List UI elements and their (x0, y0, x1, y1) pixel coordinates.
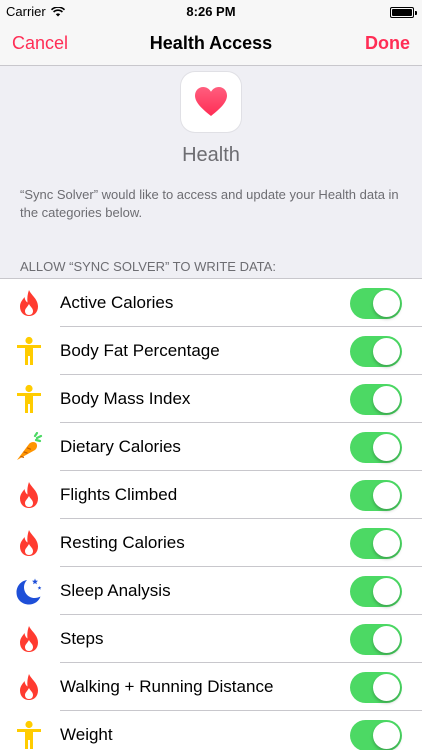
section-header: ALLOW “SYNC SOLVER” TO WRITE DATA: (20, 259, 276, 274)
flame-icon (14, 479, 44, 511)
item-label: Steps (60, 629, 104, 648)
toggle-knob (373, 386, 400, 413)
toggle-knob (373, 578, 400, 605)
list-item: Sleep Analysis (0, 567, 422, 615)
item-label: Sleep Analysis (60, 581, 171, 600)
list-item: Resting Calories (0, 519, 422, 567)
list-item: Flights Climbed (0, 471, 422, 519)
page-title: Health Access (149, 33, 273, 53)
list-item: Body Mass Index (0, 375, 422, 423)
toggle-knob (373, 626, 400, 653)
item-label: Flights Climbed (60, 485, 178, 504)
item-label: Body Mass Index (60, 389, 191, 408)
navigation-bar: Cancel Health Access Done (0, 24, 422, 66)
done-button[interactable]: Done (365, 33, 410, 54)
item-label: Walking + Running Distance (60, 677, 274, 696)
flame-icon (14, 671, 44, 703)
toggle-knob (373, 530, 400, 557)
battery-icon (390, 7, 417, 18)
permission-list: Active Calories Body Fat Percentage Body… (0, 278, 422, 750)
toggle-knob (373, 722, 400, 749)
figure-icon (14, 335, 44, 367)
permission-toggle[interactable] (350, 672, 402, 703)
item-label: Weight (60, 725, 113, 744)
list-item: Active Calories (0, 279, 422, 327)
permission-toggle[interactable] (350, 576, 402, 607)
permission-toggle[interactable] (350, 624, 402, 655)
app-header: Health “Sync Solver” would like to acces… (0, 66, 422, 274)
permission-toggle[interactable] (350, 528, 402, 559)
flame-icon (14, 623, 44, 655)
figure-icon (14, 719, 44, 750)
flame-icon (14, 287, 44, 319)
health-app-icon (181, 72, 241, 132)
moon-icon (14, 575, 44, 607)
toggle-knob (373, 290, 400, 317)
item-label: Body Fat Percentage (60, 341, 220, 360)
access-description: “Sync Solver” would like to access and u… (20, 187, 399, 220)
permission-toggle[interactable] (350, 336, 402, 367)
permission-toggle[interactable] (350, 288, 402, 319)
carrot-icon (14, 431, 44, 463)
toggle-knob (373, 674, 400, 701)
heart-icon (195, 87, 227, 116)
battery-fill (392, 9, 412, 16)
permission-toggle[interactable] (350, 432, 402, 463)
list-item: Weight (0, 711, 422, 750)
list-item: Dietary Calories (0, 423, 422, 471)
toggle-knob (373, 338, 400, 365)
toggle-knob (373, 482, 400, 509)
item-label: Active Calories (60, 293, 174, 312)
toggle-knob (373, 434, 400, 461)
permission-toggle[interactable] (350, 384, 402, 415)
status-time: 8:26 PM (186, 4, 236, 19)
list-item: Steps (0, 615, 422, 663)
item-label: Dietary Calories (60, 437, 181, 456)
figure-icon (14, 383, 44, 415)
permission-toggle[interactable] (350, 480, 402, 511)
item-label: Resting Calories (60, 533, 185, 552)
permission-toggle[interactable] (350, 720, 402, 750)
flame-icon (14, 527, 44, 559)
app-name: Health (182, 144, 240, 166)
list-item: Walking + Running Distance (0, 663, 422, 711)
status-bar: Carrier 8:26 PM (0, 0, 422, 24)
list-item: Body Fat Percentage (0, 327, 422, 375)
